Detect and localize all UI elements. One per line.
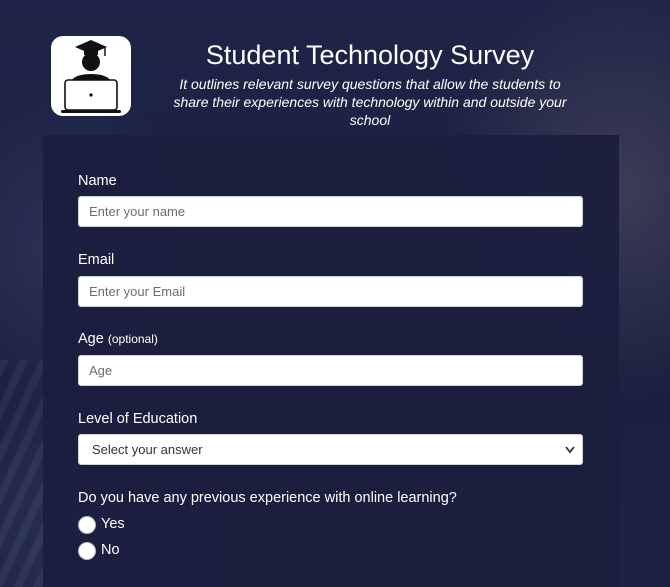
education-select[interactable]: Select your answer (78, 434, 583, 465)
page-title: Student Technology Survey (205, 40, 535, 70)
survey-logo (51, 36, 131, 116)
email-input[interactable] (78, 276, 583, 307)
page-subtitle: It outlines relevant survey questions th… (173, 76, 567, 128)
name-input[interactable] (78, 196, 583, 227)
radio-no-label: No (101, 542, 120, 558)
name-label: Name (78, 173, 117, 189)
chevron-down-icon (565, 446, 575, 454)
age-label-text: Age (78, 331, 104, 347)
radio-yes[interactable] (78, 516, 96, 534)
age-input[interactable] (78, 355, 583, 386)
education-select-value: Select your answer (92, 442, 203, 457)
radio-no[interactable] (78, 542, 96, 560)
student-graduate-laptop-icon (61, 40, 121, 113)
online-learning-question: Do you have any previous experience with… (78, 490, 457, 506)
age-optional-note: (optional) (107, 332, 158, 346)
age-label: Age (optional) (78, 330, 158, 348)
radio-yes-label: Yes (101, 516, 125, 532)
email-label: Email (78, 252, 115, 268)
education-label: Level of Education (78, 411, 198, 427)
